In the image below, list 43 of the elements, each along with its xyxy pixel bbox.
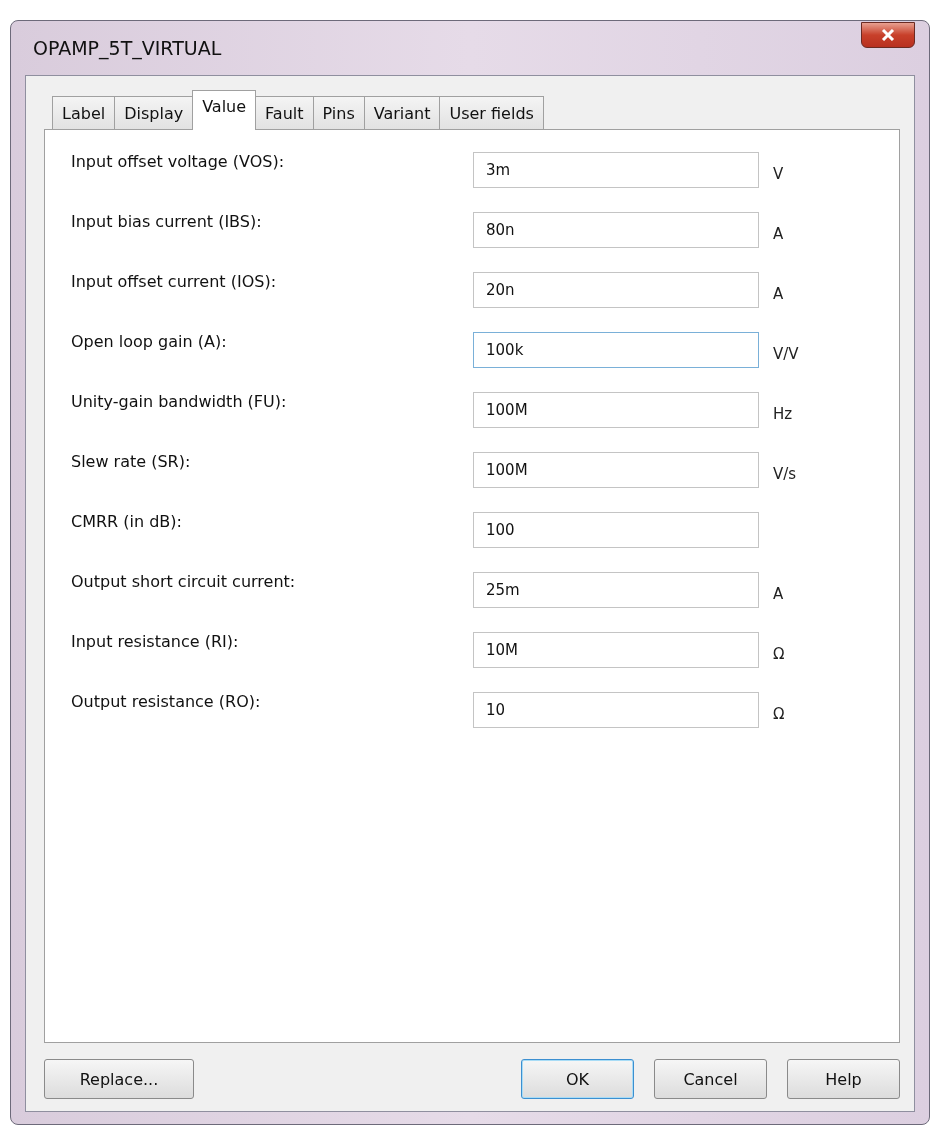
parameter-label: Input resistance (RI): [71,632,240,651]
value-field[interactable]: 100M [473,392,759,428]
value-field[interactable]: 3m [473,152,759,188]
replace-button[interactable]: Replace... [44,1059,194,1099]
unit-label: A [772,284,785,303]
value-field[interactable]: 80n [473,212,759,248]
parameter-label: Output short circuit current: [71,572,297,591]
parameter-label: Input offset current (IOS): [71,272,277,291]
unit-label: V [772,164,785,183]
unit-label: V/s [772,464,798,483]
unit-label: Ω [772,704,786,723]
value-field[interactable]: 100 [473,512,759,548]
tab[interactable]: Display [114,96,194,130]
parameter-label: Unity-gain bandwidth (FU): [71,392,288,411]
unit-label: V/V [772,344,800,363]
value-field[interactable]: 100M [473,452,759,488]
parameter-label: Input bias current (IBS): [71,212,263,231]
value-field[interactable]: 10 [473,692,759,728]
tab[interactable]: Variant [363,96,441,130]
unit-label: A [772,224,785,243]
tab[interactable]: Fault [255,96,314,130]
close-icon [881,29,895,41]
tab[interactable]: Label [52,96,116,130]
dialog-button[interactable]: Help [787,1059,900,1099]
parameter-label: Output resistance (RO): [71,692,262,711]
value-field[interactable]: 100k [473,332,759,368]
close-button[interactable] [861,22,915,48]
parameter-label: Input offset voltage (VOS): [71,152,286,171]
parameter-label: CMRR (in dB): [71,512,183,531]
unit-label: Ω [772,644,786,663]
unit-label: Hz [772,404,794,423]
tab[interactable]: Value [192,90,257,130]
tab[interactable]: User fields [439,96,544,130]
parameter-label: Slew rate (SR): [71,452,192,471]
dialog-button[interactable]: Cancel [654,1059,767,1099]
value-field[interactable]: 10M [473,632,759,668]
dialog-button[interactable]: OK [521,1059,634,1099]
unit-label: A [772,584,785,603]
value-field[interactable]: 20n [473,272,759,308]
window-title: OPAMP_5T_VIRTUAL [32,37,222,59]
tab[interactable]: Pins [312,96,365,130]
value-field[interactable]: 25m [473,572,759,608]
parameter-label: Open loop gain (A): [71,332,228,351]
